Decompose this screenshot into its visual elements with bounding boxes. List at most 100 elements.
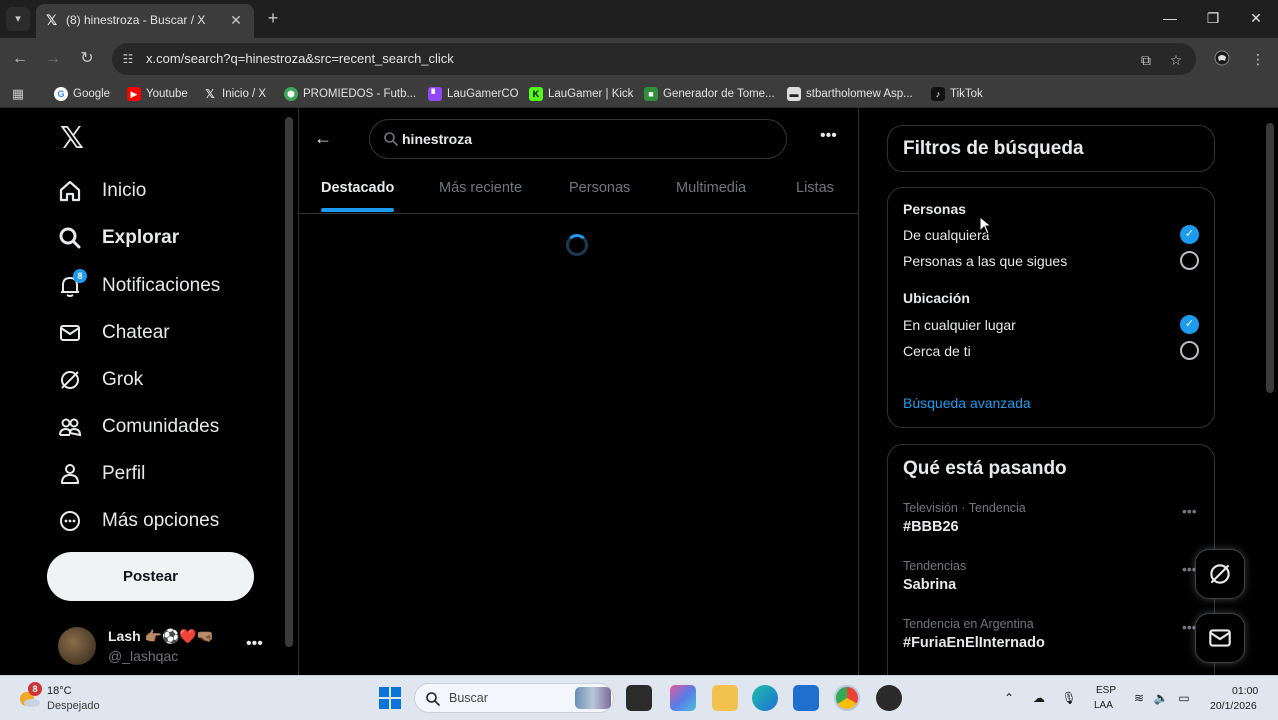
close-window-icon[interactable]: ✕ — [1243, 6, 1269, 30]
bookmark-stbartholomew[interactable]: ▬ stbartholomew Asp... — [787, 85, 913, 103]
right-scrollbar[interactable] — [1266, 123, 1274, 393]
x-logo-icon[interactable]: 𝕏 — [56, 123, 88, 155]
filter-option-label[interactable]: En cualquier lugar — [903, 317, 1016, 333]
tab-search-menu-icon[interactable]: ▾ — [6, 7, 30, 31]
clock-date[interactable]: 20/1/2026 — [1210, 700, 1257, 712]
store-icon[interactable] — [793, 685, 819, 711]
home-icon — [56, 177, 84, 205]
messages-floating-button[interactable] — [1195, 613, 1245, 663]
nav-item-explorar[interactable]: Explorar — [56, 220, 179, 256]
taskbar-search-input[interactable]: Buscar — [414, 683, 614, 713]
bookmark-generador[interactable]: ■ Generador de Tome... — [644, 85, 775, 103]
copilot-icon[interactable] — [670, 685, 696, 711]
apps-grid-icon[interactable]: ▦ — [10, 86, 26, 102]
tab-multimedia[interactable]: Multimedia — [676, 180, 746, 196]
trend-name[interactable]: #BBB26 — [903, 519, 959, 535]
bookmark-tiktok[interactable]: ♪ TikTok — [931, 85, 983, 103]
forward-arrow-icon[interactable]: → — [42, 48, 64, 70]
tab-mas-reciente[interactable]: Más reciente — [439, 180, 522, 196]
battery-icon[interactable]: ▭ — [1176, 690, 1192, 706]
nav-label: Chatear — [102, 322, 170, 343]
back-arrow-icon[interactable]: ← — [9, 48, 31, 70]
weather-desc[interactable]: Despejado — [47, 700, 100, 712]
nav-item-mas-opciones[interactable]: Más opciones — [56, 503, 219, 539]
wifi-icon[interactable]: ≋ — [1131, 690, 1147, 706]
address-bar[interactable]: ☷ x.com/search?q=hinestroza&src=recent_s… — [112, 43, 1196, 75]
file-explorer-icon[interactable] — [712, 685, 738, 711]
reload-icon[interactable]: ↻ — [76, 48, 98, 70]
onedrive-icon[interactable]: ☁ — [1031, 690, 1047, 706]
grok-floating-button[interactable] — [1195, 549, 1245, 599]
tab-personas[interactable]: Personas — [569, 180, 630, 196]
account-switcher[interactable]: Lash 👉🏽⚽❤️🤜🏽 @_lashqac ••• — [58, 625, 268, 669]
search-icon — [426, 692, 440, 706]
nav-item-perfil[interactable]: Perfil — [56, 456, 145, 492]
bookmark-laugamer-kick[interactable]: K LauGamer | Kick — [529, 85, 633, 103]
filter-option-label[interactable]: De cualquiera — [903, 227, 989, 243]
loading-spinner-icon — [566, 234, 588, 256]
search-query[interactable]: hinestroza — [402, 131, 472, 147]
windows-start-icon[interactable] — [378, 686, 402, 710]
chrome-menu-icon[interactable]: ⋮ — [1248, 49, 1268, 69]
volume-icon[interactable]: 🔈 — [1153, 690, 1169, 706]
game-app-icon[interactable] — [876, 685, 902, 711]
google-icon: G — [54, 87, 68, 101]
nav-item-chatear[interactable]: Chatear — [56, 315, 170, 351]
windows-taskbar: 8 18°C Despejado Buscar ⌃ ☁ 🎙 ESP LAA ≋ … — [0, 675, 1278, 720]
bookmark-inicio-x[interactable]: 𝕏 Inicio / X — [203, 85, 266, 103]
task-view-icon[interactable] — [626, 685, 652, 711]
bookmark-promiedos[interactable]: ⬢ PROMIEDOS - Futb... — [284, 85, 416, 103]
filter-option-label[interactable]: Personas a las que sigues — [903, 253, 1067, 269]
x-favicon-icon: 𝕏 — [46, 12, 58, 28]
tab-listas[interactable]: Listas — [796, 180, 834, 196]
trend-name[interactable]: #FuriaEnElInternado — [903, 635, 1045, 651]
bookmark-laugamerco[interactable]: ▘ LauGamerCO — [428, 85, 519, 103]
extension-icon[interactable] — [1212, 49, 1232, 69]
minimize-window-icon[interactable]: — — [1157, 6, 1183, 30]
radio-empty-icon[interactable] — [1180, 251, 1199, 270]
search-input[interactable]: hinestroza — [369, 119, 787, 159]
weather-temp[interactable]: 18°C — [47, 685, 72, 697]
bell-icon: 8 — [56, 269, 87, 300]
microphone-icon[interactable]: 🎙 — [1061, 690, 1077, 706]
browser-tab-active[interactable]: 𝕏 (8) hinestroza - Buscar / X ✕ — [36, 4, 254, 38]
bookmark-google[interactable]: G Google — [54, 85, 110, 103]
profile-icon — [56, 460, 84, 488]
restore-window-icon[interactable]: ❐ — [1200, 6, 1226, 30]
filters-title-card: Filtros de búsqueda — [887, 125, 1215, 172]
clock-time[interactable]: 01:00 — [1232, 685, 1258, 697]
bookmark-star-icon[interactable]: ☆ — [1167, 51, 1185, 69]
nav-item-comunidades[interactable]: Comunidades — [56, 409, 219, 445]
filter-option-label[interactable]: Cerca de ti — [903, 343, 971, 359]
bookmark-label: PROMIEDOS - Futb... — [303, 88, 417, 100]
post-button[interactable]: Postear — [47, 552, 254, 601]
tab-destacado[interactable]: Destacado — [321, 180, 394, 196]
bookmark-youtube[interactable]: ▶ Youtube — [127, 85, 188, 103]
advanced-search-link[interactable]: Búsqueda avanzada — [903, 395, 1031, 411]
trend-name[interactable]: Sabrina — [903, 577, 956, 593]
search-more-icon[interactable]: ••• — [820, 127, 837, 145]
keyboard-layout-indicator[interactable]: LAA — [1094, 700, 1113, 711]
back-arrow-icon[interactable]: ← — [312, 127, 334, 149]
check-icon[interactable]: ✓ — [1180, 315, 1199, 334]
account-more-icon[interactable]: ••• — [246, 635, 263, 653]
language-indicator[interactable]: ESP — [1096, 685, 1116, 696]
new-tab-icon[interactable]: + — [262, 7, 284, 29]
bookmark-label: LauGamer | Kick — [548, 88, 634, 100]
chrome-icon[interactable] — [834, 685, 860, 711]
left-scrollbar[interactable] — [285, 117, 293, 647]
nav-item-inicio[interactable]: Inicio — [56, 173, 146, 209]
chevron-up-icon[interactable]: ⌃ — [1001, 690, 1017, 706]
nav-label: Notificaciones — [102, 275, 221, 296]
site-info-icon[interactable]: ☷ — [120, 51, 136, 67]
check-icon[interactable]: ✓ — [1180, 225, 1199, 244]
edge-icon[interactable] — [752, 685, 778, 711]
tab-close-icon[interactable]: ✕ — [226, 10, 246, 30]
install-app-icon[interactable]: ⧉ — [1137, 51, 1155, 69]
bookmark-label: Generador de Tome... — [663, 88, 775, 100]
trend-more-icon[interactable]: ••• — [1182, 503, 1197, 519]
nav-item-notificaciones[interactable]: 8 Notificaciones — [56, 268, 220, 304]
address-url[interactable]: x.com/search?q=hinestroza&src=recent_sea… — [146, 51, 454, 66]
radio-empty-icon[interactable] — [1180, 341, 1199, 360]
nav-item-grok[interactable]: Grok — [56, 362, 143, 398]
